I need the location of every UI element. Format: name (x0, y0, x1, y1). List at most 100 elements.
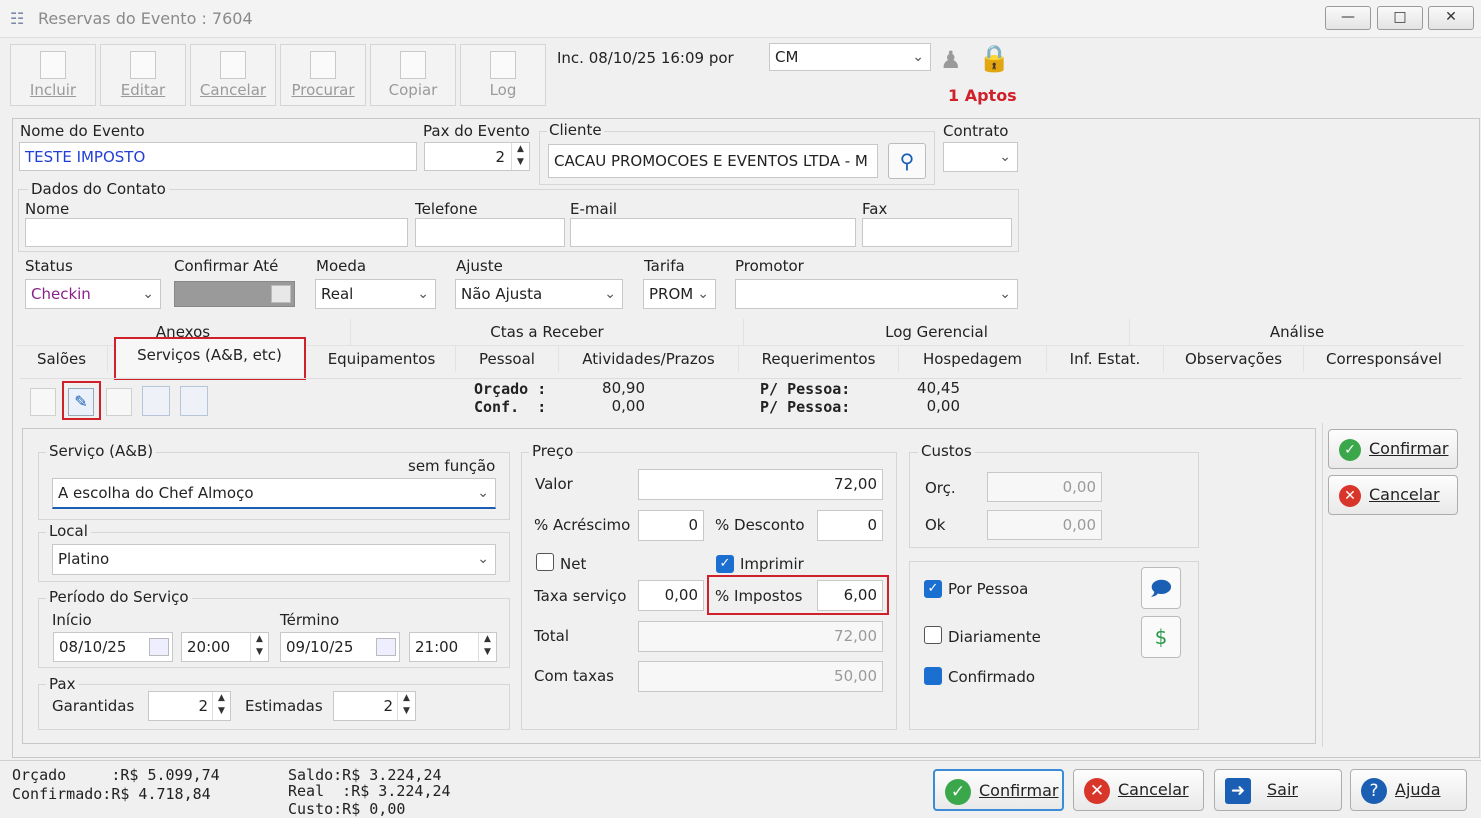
footer-ajuda-button[interactable]: ? Ajuda (1350, 769, 1467, 811)
pax-evento-label: Pax do Evento (423, 122, 530, 140)
com-taxas-field: 50,00 (638, 661, 883, 692)
calendar-icon[interactable] (376, 638, 396, 656)
stepper-arrows-icon[interactable]: ▲ ▼ (511, 143, 529, 170)
diariamente-checkbox[interactable] (924, 626, 942, 648)
footer-confirmar-button[interactable]: ✓ Confirmar (933, 769, 1064, 811)
footer-confirmado: Confirmado:R$ 4.718,84 (12, 785, 211, 803)
tab-analise[interactable]: Análise (1130, 319, 1464, 345)
incluir-button[interactable]: Incluir (10, 44, 96, 106)
stepper-arrows-icon[interactable]: ▲ ▼ (212, 692, 230, 720)
print-item-icon[interactable] (180, 386, 208, 416)
close-button[interactable]: ✕ (1428, 6, 1474, 30)
chevron-down-icon: ⌄ (477, 485, 489, 501)
contato-nome-field[interactable] (25, 218, 408, 247)
cancelar-toolbar-button[interactable]: Cancelar (190, 44, 276, 106)
status-label: Status (25, 257, 73, 275)
minimize-button[interactable]: — (1325, 6, 1371, 30)
tab-observacoes[interactable]: Observações (1164, 346, 1304, 372)
lock-refresh-icon[interactable]: 🔒 (978, 44, 1014, 80)
user-select[interactable]: CM ⌄ (769, 43, 931, 71)
status-select[interactable]: Checkin ⌄ (25, 279, 161, 309)
tab-corresponsavel[interactable]: Corresponsável (1304, 346, 1464, 372)
moeda-select[interactable]: Real ⌄ (315, 279, 436, 309)
promotor-select[interactable]: ⌄ (735, 279, 1018, 309)
stepper-arrows-icon[interactable]: ▲ ▼ (250, 633, 268, 661)
tab-saloes[interactable]: Salões (16, 346, 108, 372)
local-select[interactable]: Platino ⌄ (52, 544, 496, 575)
checkmark-icon: ✓ (716, 555, 734, 573)
search-document-icon (310, 51, 336, 79)
tab-log-gerencial[interactable]: Log Gerencial (744, 319, 1130, 345)
stepper-arrows-icon[interactable]: ▲ ▼ (397, 692, 415, 720)
por-pessoa-checkbox[interactable]: ✓ (924, 578, 942, 598)
servico-select[interactable]: A escolha do Chef Almoço ⌄ (52, 478, 496, 509)
chevron-down-icon: ⌄ (604, 286, 616, 302)
procurar-button[interactable]: Procurar (280, 44, 366, 106)
cliente-search-button[interactable]: ⚲ (888, 143, 926, 179)
stepper-arrows-icon[interactable]: ▲ ▼ (478, 633, 496, 661)
chevron-down-icon: ⌄ (417, 286, 429, 302)
termino-time-stepper[interactable]: 21:00 ▲ ▼ (409, 632, 497, 662)
checkbox-unchecked-icon (924, 626, 942, 644)
delete-item-icon[interactable] (106, 388, 132, 416)
info-message-button[interactable]: 🗩 (1141, 567, 1181, 609)
email-field[interactable] (570, 218, 856, 247)
valor-field[interactable]: 72,00 (638, 469, 883, 500)
imprimir-checkbox[interactable]: ✓ (716, 553, 734, 573)
acrescimo-field[interactable]: 0 (638, 510, 704, 541)
termino-date-field[interactable]: 09/10/25 (280, 632, 400, 662)
imprimir-label: Imprimir (740, 555, 804, 573)
tab-inf-estat[interactable]: Inf. Estat. (1047, 346, 1164, 372)
new-item-icon[interactable] (30, 388, 56, 416)
fax-field[interactable] (862, 218, 1012, 247)
duplicate-item-icon[interactable] (142, 386, 170, 416)
log-button[interactable]: Log (460, 44, 546, 106)
calendar-icon[interactable] (271, 285, 291, 303)
nome-evento-label: Nome do Evento (20, 122, 145, 140)
garantidas-label: Garantidas (52, 697, 135, 715)
tab-atividades-prazos[interactable]: Atividades/Prazos (559, 346, 739, 372)
pax-evento-stepper[interactable]: 2 ▲ ▼ (424, 142, 530, 171)
estimadas-stepper[interactable]: 2 ▲ ▼ (333, 691, 416, 721)
confirmado-checkbox[interactable] (924, 667, 942, 689)
tab-ctas-receber[interactable]: Ctas a Receber (351, 319, 744, 345)
tab-equipamentos[interactable]: Equipamentos (308, 346, 456, 372)
contrato-select[interactable]: ⌄ (943, 142, 1018, 172)
telefone-field[interactable] (415, 218, 565, 247)
local-label: Local (46, 522, 91, 540)
tab-hospedagem[interactable]: Hospedagem (899, 346, 1047, 372)
inicio-label: Início (52, 611, 92, 629)
editar-button[interactable]: Editar (100, 44, 186, 106)
cliente-field[interactable]: CACAU PROMOCOES E EVENTOS LTDA - M (548, 144, 878, 178)
side-cancelar-button[interactable]: ✕ Cancelar (1328, 475, 1458, 515)
orc-label: Orç. (925, 479, 956, 497)
footer-sair-button[interactable]: ➜ Sair (1214, 769, 1342, 811)
edit-icon (130, 51, 156, 79)
confirmar-ate-date[interactable] (174, 281, 295, 307)
desconto-field[interactable]: 0 (817, 510, 883, 541)
calendar-icon[interactable] (149, 638, 169, 656)
inicio-date-field[interactable]: 08/10/25 (53, 632, 173, 662)
money-button[interactable]: $ (1141, 616, 1181, 658)
user-transfer-icon[interactable]: ♟ (940, 46, 972, 80)
footer-cancelar-button[interactable]: ✕ Cancelar (1073, 769, 1204, 811)
nome-evento-field[interactable]: TESTE IMPOSTO (19, 142, 417, 171)
tarifa-select[interactable]: PROM ⌄ (643, 279, 716, 309)
copiar-button[interactable]: Copiar (370, 44, 456, 106)
taxa-servico-field[interactable]: 0,00 (638, 580, 704, 611)
pax-label: Pax (46, 675, 79, 693)
ajuste-select[interactable]: Não Ajusta ⌄ (455, 279, 623, 309)
maximize-button[interactable]: □ (1377, 6, 1423, 30)
inicio-time-stepper[interactable]: 20:00 ▲ ▼ (181, 632, 269, 662)
garantidas-stepper[interactable]: 2 ▲ ▼ (148, 691, 231, 721)
side-confirmar-button[interactable]: ✓ Confirmar (1328, 429, 1458, 469)
tarifa-label: Tarifa (644, 257, 685, 275)
cancel-document-icon (220, 51, 246, 79)
tab-requerimentos[interactable]: Requerimentos (739, 346, 899, 372)
net-checkbox[interactable] (536, 553, 554, 575)
chevron-down-icon: ⌄ (142, 286, 154, 302)
help-icon: ? (1361, 777, 1387, 804)
tab-pessoal[interactable]: Pessoal (456, 346, 559, 372)
acrescimo-label: % Acréscimo (534, 516, 631, 534)
footer-orcado: Orçado :R$ 5.099,74 (12, 766, 220, 784)
